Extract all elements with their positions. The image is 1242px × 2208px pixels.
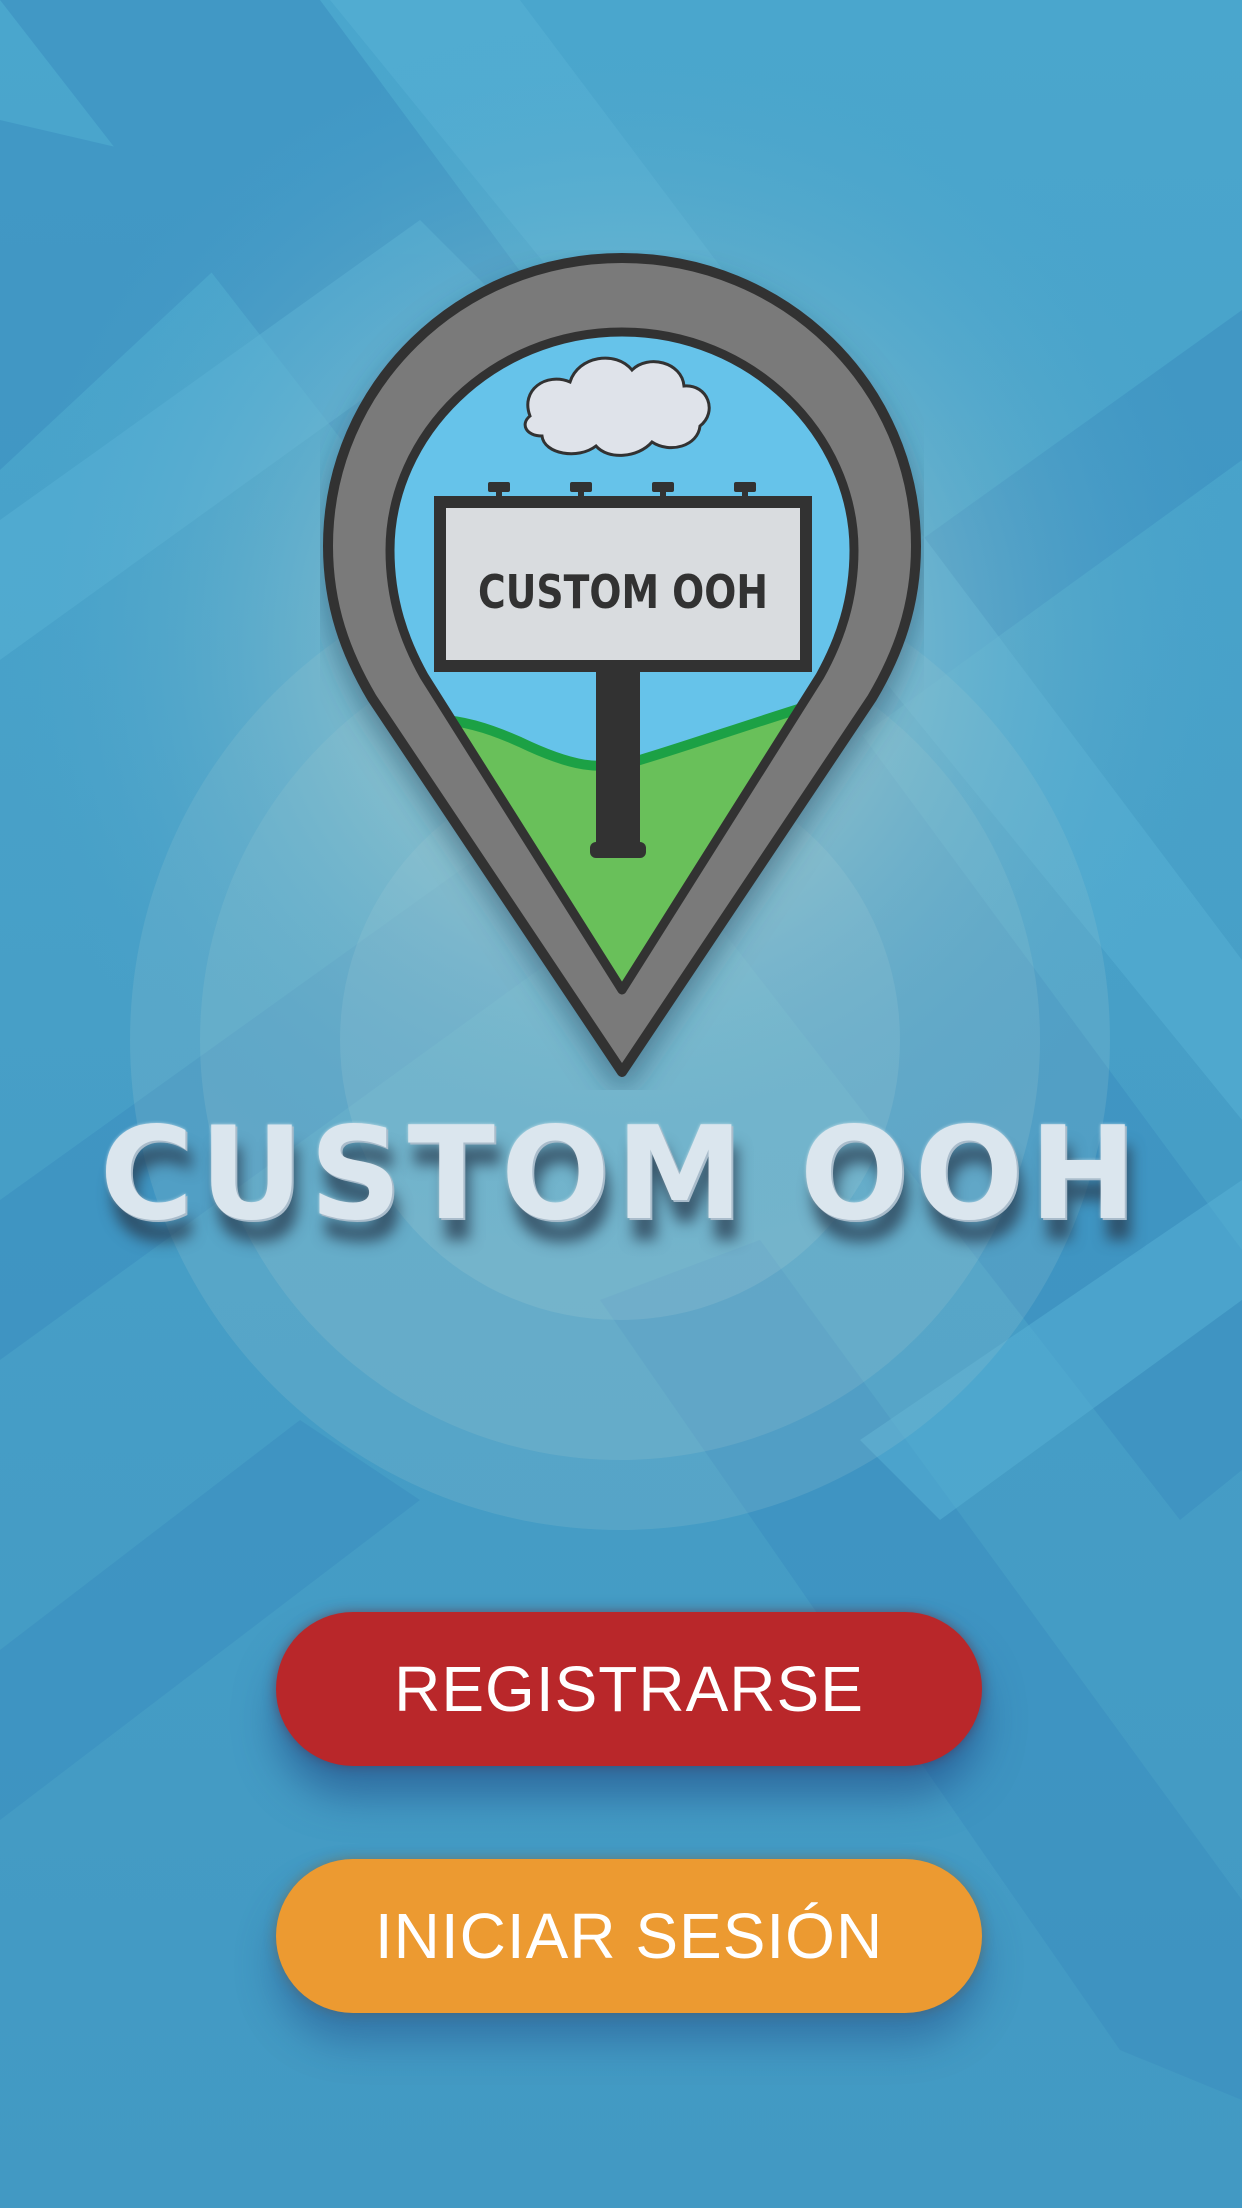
logo-pin-icon: CUSTOM OOH: [323, 253, 921, 1077]
register-button[interactable]: REGISTRARSE: [276, 1612, 982, 1766]
login-button-label: INICIAR SESIÓN: [374, 1900, 884, 1972]
register-button-label: REGISTRARSE: [394, 1653, 864, 1725]
billboard-text: CUSTOM OOH: [478, 565, 768, 619]
app-title: CUSTOM OOH: [99, 1100, 1143, 1249]
login-button[interactable]: INICIAR SESIÓN: [276, 1859, 982, 2013]
welcome-screen: CUSTOM OOH CUSTOM OOH REGISTRARSE INICIA…: [0, 0, 1242, 2208]
billboard-post: [596, 666, 640, 854]
